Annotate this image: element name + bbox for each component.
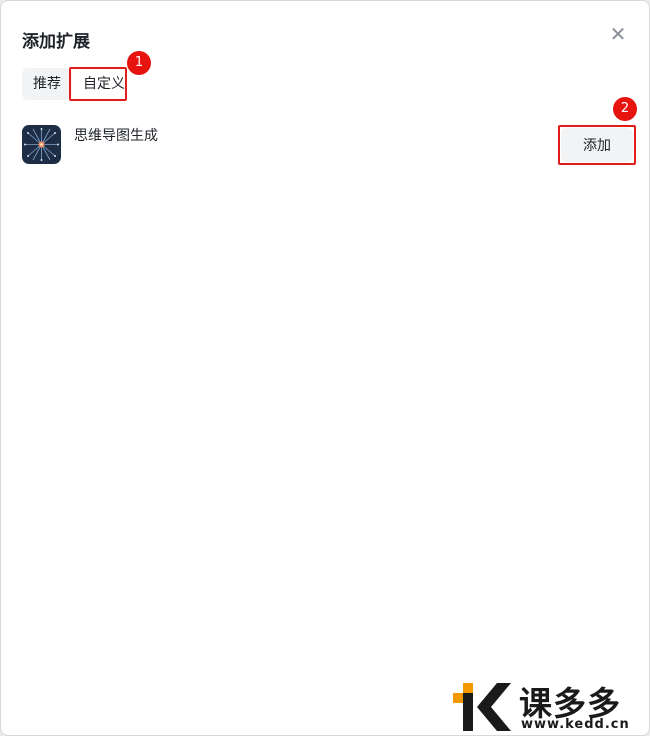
- annotation-badge-1: 1: [127, 51, 151, 75]
- extension-name: 思维导图生成: [74, 128, 158, 144]
- add-extension-dialog: 添加扩展 ✕ 推荐 自定义 1 思维导图生成 添加 2 课多多 www.kedd…: [0, 0, 650, 736]
- dialog-title: 添加扩展: [22, 32, 90, 52]
- extension-list-item: 思维导图生成: [22, 123, 632, 169]
- kedd-logo-icon: [453, 683, 511, 731]
- close-icon[interactable]: ✕: [607, 23, 629, 45]
- watermark-url: www.kedd.cn: [521, 717, 630, 732]
- annotation-box-add-button: [558, 125, 636, 165]
- mind-map-icon: [22, 125, 61, 164]
- annotation-box-custom-tab: [69, 67, 127, 101]
- watermark: 课多多 www.kedd.cn: [453, 677, 650, 736]
- annotation-badge-2: 2: [613, 97, 637, 121]
- tab-recommend[interactable]: 推荐: [22, 68, 72, 100]
